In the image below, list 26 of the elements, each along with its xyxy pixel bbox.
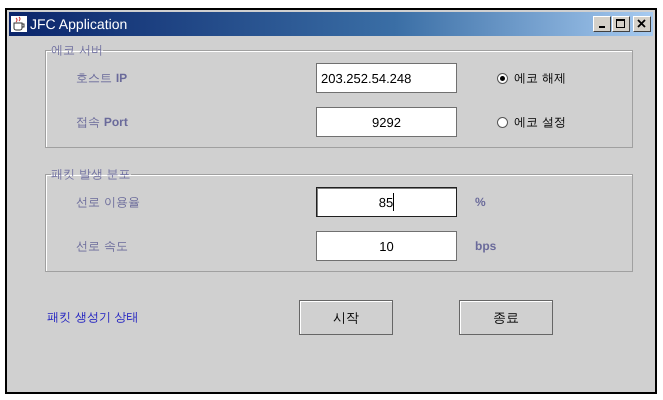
input-field[interactable]: 85 <box>316 187 457 217</box>
minimize-button[interactable] <box>593 16 611 32</box>
input-field[interactable]: 9292 <box>316 107 457 137</box>
close-icon <box>637 19 647 29</box>
radio-option[interactable]: 에코 설정 <box>497 114 566 130</box>
text-cursor <box>393 193 394 211</box>
maximize-icon <box>616 19 626 29</box>
maximize-button[interactable] <box>612 16 630 32</box>
action-button[interactable]: 종료 <box>459 300 553 335</box>
window-title: JFC Application <box>30 16 128 32</box>
close-button[interactable] <box>633 16 651 32</box>
status-label: 패킷 생성기 상태 <box>47 309 140 326</box>
group-title: 에코 서버 <box>51 42 103 59</box>
field-label: 선로 이용율 <box>75 194 141 210</box>
cup-icon <box>11 16 27 32</box>
input-field[interactable]: 10 <box>316 231 457 261</box>
group-title: 패킷 발생 분포 <box>51 166 131 183</box>
minimize-icon <box>599 26 605 28</box>
unit-label: bps <box>475 239 496 253</box>
field-label: 선로 속도 <box>75 238 129 254</box>
field-label: 접속 Port <box>75 114 129 130</box>
action-button[interactable]: 시작 <box>299 300 393 335</box>
unit-label: % <box>475 195 486 209</box>
radio-option[interactable]: 에코 해제 <box>497 70 566 86</box>
input-field[interactable]: 203.252.54.248 <box>316 63 457 93</box>
field-label: 호스트 IP <box>75 70 128 86</box>
